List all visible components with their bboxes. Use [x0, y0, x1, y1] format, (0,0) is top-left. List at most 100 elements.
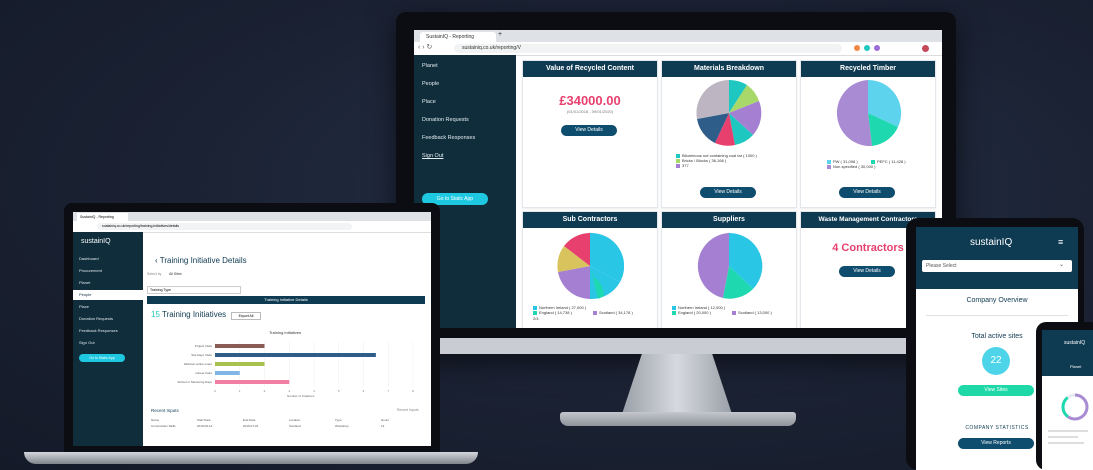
- sustainiq-logo: sustainIQ: [970, 237, 1013, 248]
- divider: [926, 315, 1068, 316]
- table-header: End Date: [243, 418, 256, 422]
- section-header: Training Initiative Details: [147, 296, 425, 304]
- filter-value[interactable]: All Sites: [169, 272, 182, 276]
- legend-item: PEFC ( 11,428 ): [871, 159, 906, 164]
- category-label: Site Days Visits: [191, 353, 212, 357]
- category-label: School or Mentoring Days: [177, 380, 212, 384]
- legend-item: Scotland ( 34,178 ): [593, 310, 633, 315]
- monitor-screen: SustainIQ - Reporting + ‹ › ↻ sustainiq.…: [414, 30, 942, 328]
- legend-pagination[interactable]: 2/4: [533, 316, 539, 321]
- extension-icon[interactable]: [874, 45, 880, 51]
- sidebar-item-place[interactable]: Place: [79, 304, 89, 309]
- url-field[interactable]: sustainiq.co.uk/reporting/training-initi…: [97, 223, 352, 230]
- extension-icon[interactable]: [854, 45, 860, 51]
- card-title: Sub Contractors: [523, 212, 657, 228]
- table-header: Hours: [381, 418, 390, 422]
- phone-header: sustainIQ Planet: [1042, 330, 1093, 376]
- view-reports-button[interactable]: View Reports: [958, 438, 1034, 449]
- recent-inputs-link[interactable]: Recent Inputs: [397, 408, 419, 412]
- sidebar-item-sign-out[interactable]: Sign Out: [79, 340, 95, 345]
- recent-inputs-title: Recent Inputs: [151, 408, 179, 413]
- browser-tab-bar: SustainIQ - Reporting +: [414, 30, 942, 42]
- bar[interactable]: [215, 380, 290, 384]
- chevron-down-icon: ⌄: [1059, 262, 1065, 268]
- browser-tab[interactable]: SustainIQ - Reporting: [77, 213, 128, 221]
- sidebar: sustainIQ Dashboard Procurement Planet P…: [73, 232, 143, 446]
- browser-address-bar: ‹ › ↻ sustainiq.co.uk/reporting/V: [414, 42, 942, 56]
- extension-icon[interactable]: [864, 45, 870, 51]
- sidebar-item-place[interactable]: Place: [422, 99, 436, 105]
- browser-tab[interactable]: SustainIQ - Reporting: [420, 32, 496, 42]
- table-cell: 12: [381, 424, 385, 428]
- divider: [1048, 436, 1078, 438]
- monitor-chin: [396, 338, 956, 354]
- recent-inputs-table: Name Start Date End Date Location Type H…: [151, 418, 425, 438]
- sustainiq-logo: sustainIQ: [81, 238, 111, 245]
- view-details-button[interactable]: View Details: [700, 187, 756, 198]
- bar[interactable]: [215, 362, 265, 366]
- site-select[interactable]: Please Select: [922, 260, 1072, 272]
- table-header: Start Date: [197, 418, 211, 422]
- view-sites-button[interactable]: View Sites: [958, 385, 1034, 396]
- card-title: Materials Breakdown: [662, 61, 796, 77]
- bar[interactable]: [215, 353, 376, 357]
- bar[interactable]: [215, 371, 240, 375]
- profile-avatar[interactable]: [922, 45, 929, 52]
- laptop-base: [24, 452, 478, 464]
- menu-icon[interactable]: ≡: [1058, 237, 1063, 247]
- sidebar-item-people[interactable]: People: [79, 292, 91, 297]
- card-suppliers: Suppliers Northern Ireland ( 12,000 ) En…: [661, 211, 797, 328]
- sidebar-item-procurement[interactable]: Procurement: [79, 268, 102, 273]
- card-title: Recycled Timber: [801, 61, 935, 77]
- sidebar-item-donation-requests[interactable]: Donation Requests: [79, 316, 113, 321]
- tick-label: 2: [264, 389, 266, 393]
- sidebar-item-dashboard[interactable]: Dashboard: [79, 256, 99, 261]
- view-details-button[interactable]: View Details: [839, 187, 895, 198]
- sidebar-item-feedback-responses[interactable]: Feedback Responses: [79, 328, 118, 333]
- card-sub-contractors: Sub Contractors Northern Ireland ( 27,00…: [522, 211, 658, 328]
- card-value-recycled: Value of Recycled Content £34000.00 (01/…: [522, 60, 658, 208]
- card-recycled-timber: Recycled Timber PW ( 31,098 ) PEFC ( 11,…: [800, 60, 936, 208]
- tablet-header: sustainIQ ≡ Please Select ⌄: [916, 227, 1078, 289]
- sidebar-item-planet[interactable]: Planet: [422, 63, 438, 69]
- sidebar-item-donation-requests[interactable]: Donation Requests: [422, 117, 469, 123]
- x-axis-label: Number of Initiatives: [287, 394, 315, 398]
- initiatives-count: 15 Training Initiatives: [151, 310, 227, 319]
- table-cell: 2019-07-01: [243, 424, 259, 428]
- subcontractors-pie-chart: [557, 232, 624, 300]
- date-range: (01/01/2018 - 09/01/2020): [566, 109, 614, 114]
- table-cell: Scotland: [289, 424, 301, 428]
- page-title: ‹ Training Initiative Details: [155, 256, 247, 265]
- legend-item: Scotland ( 13,000 ): [732, 310, 772, 315]
- phone-screen: sustainIQ Planet: [1042, 330, 1093, 470]
- tick-label: 6: [363, 389, 365, 393]
- laptop-screen: SustainIQ - Reporting sustainiq.co.uk/re…: [73, 212, 431, 446]
- go-to-static-app-button[interactable]: Go to Static App: [79, 354, 125, 362]
- bar[interactable]: [215, 344, 265, 348]
- tick-label: 8: [412, 389, 414, 393]
- url-field[interactable]: sustainiq.co.uk/reporting/V: [454, 44, 842, 53]
- divider: [1048, 442, 1084, 444]
- tick-label: 0: [214, 389, 216, 393]
- training-bar-chart: 0 1 2 3 4 5 6 7 8 Project Visits Site Days Visits W…: [153, 338, 421, 396]
- table-header: Type: [335, 418, 342, 422]
- sidebar-item-people[interactable]: People: [422, 81, 439, 87]
- export-button[interactable]: Export All: [231, 312, 261, 320]
- sidebar-item-feedback-responses[interactable]: Feedback Responses: [422, 135, 475, 141]
- training-type-select[interactable]: Training Type: [147, 286, 241, 294]
- tick-label: 4: [313, 389, 315, 393]
- sidebar-item-planet[interactable]: Planet: [79, 280, 90, 285]
- materials-pie-chart: [696, 79, 762, 146]
- company-overview-title: Company Overview: [966, 297, 1028, 304]
- sustainiq-logo: sustainIQ: [1064, 340, 1086, 346]
- sidebar-item-sign-out[interactable]: Sign Out: [422, 153, 443, 159]
- view-details-button[interactable]: View Details: [839, 266, 895, 277]
- chart-title: Training Initiatives: [269, 330, 302, 335]
- new-tab-icon[interactable]: +: [498, 31, 502, 38]
- view-details-button[interactable]: View Details: [561, 125, 617, 136]
- table-cell: Construction Skills: [151, 424, 176, 428]
- category-label: Webinar online event: [184, 362, 212, 366]
- legend-item: England ( 14,738 ): [533, 310, 572, 315]
- back-forward-icon[interactable]: ‹ › ↻: [418, 43, 432, 51]
- monitor-stand-foot: [560, 412, 796, 426]
